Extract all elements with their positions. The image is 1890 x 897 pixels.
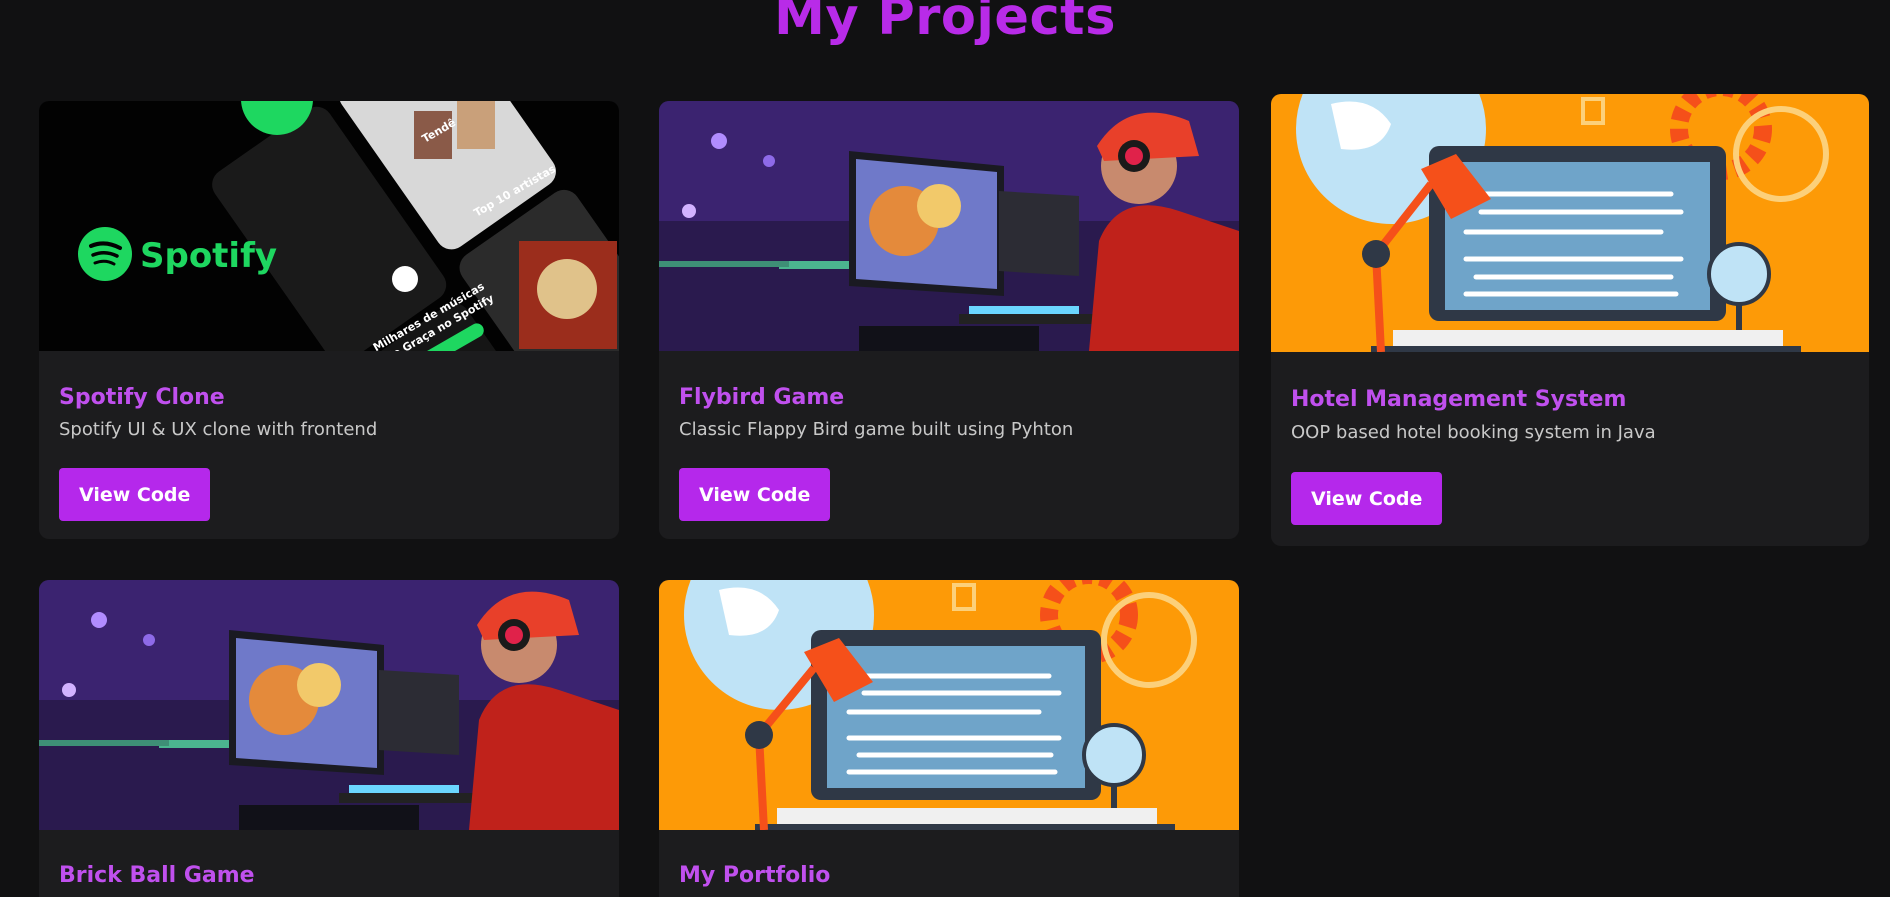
laptop-illustration-image xyxy=(1271,94,1869,352)
spotify-promo-image: Spotify Milhares de músicas de Graça no … xyxy=(39,101,619,351)
laptop-illustration-image xyxy=(659,580,1239,830)
project-card-portfolio: My Portfolio xyxy=(659,580,1239,897)
view-code-button[interactable]: View Code xyxy=(679,468,831,521)
view-code-button[interactable]: View Code xyxy=(59,468,211,521)
project-title: My Portfolio xyxy=(679,863,831,888)
project-description: OOP based hotel booking system in Java xyxy=(1291,422,1656,443)
view-code-button[interactable]: View Code xyxy=(1291,472,1443,525)
project-card-brick-ball: Brick Ball Game xyxy=(39,580,619,897)
gamer-desk-image xyxy=(659,101,1239,351)
project-title: Hotel Management System xyxy=(1291,387,1627,412)
spotify-logo-text: Spotify xyxy=(140,236,277,276)
project-title: Brick Ball Game xyxy=(59,863,255,888)
project-description: Classic Flappy Bird game built using Pyh… xyxy=(679,419,1074,440)
spotify-logo-icon xyxy=(78,227,132,281)
project-card-flybird: Flybird Game Classic Flappy Bird game bu… xyxy=(659,101,1239,539)
project-title: Flybird Game xyxy=(679,385,845,410)
projects-page: My Projects Spotify Milhares de músicas … xyxy=(0,0,1890,897)
project-card-spotify: Spotify Milhares de músicas de Graça no … xyxy=(39,101,619,539)
section-title: My Projects xyxy=(774,0,1116,47)
gamer-desk-image xyxy=(39,580,619,830)
project-description: Spotify UI & UX clone with frontend xyxy=(59,419,378,440)
project-card-hotel: Hotel Management System OOP based hotel … xyxy=(1271,94,1869,546)
project-title: Spotify Clone xyxy=(59,385,225,410)
